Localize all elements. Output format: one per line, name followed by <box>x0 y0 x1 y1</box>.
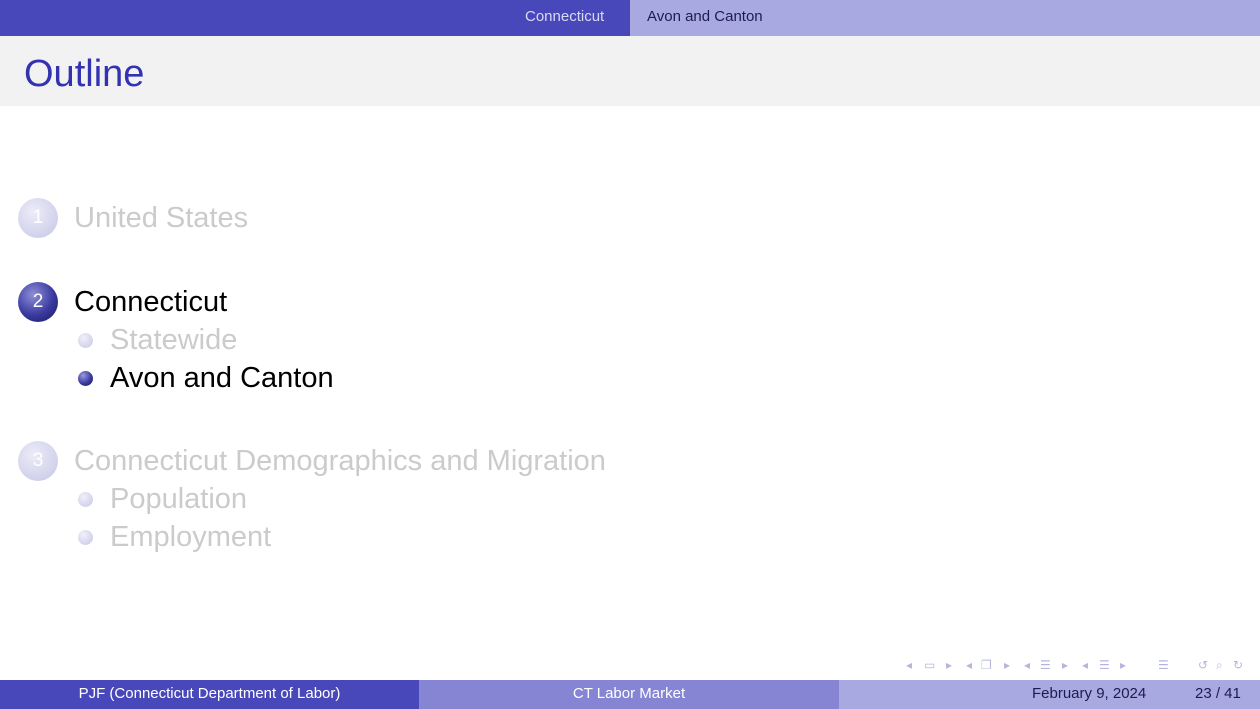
footer-bar: PJF (Connecticut Department of Labor) CT… <box>0 680 1260 709</box>
section-icon[interactable]: ☰ <box>1040 656 1051 674</box>
footer-page-number: 23 / 41 <box>1195 685 1241 702</box>
bullet-ball-icon <box>78 530 93 545</box>
section-number-ball: 1 <box>18 198 58 238</box>
toc-subsection-label: Avon and Canton <box>110 362 334 394</box>
toc-subsection-label: Population <box>110 483 248 515</box>
section-navigation-bar: Connecticut Avon and Canton <box>0 0 1260 36</box>
toc-section-label: Connecticut Demographics and Migration <box>74 445 606 477</box>
triangle-left-icon[interactable]: ◂ <box>1024 656 1030 674</box>
toc-section-label: United States <box>74 202 249 234</box>
footer-short-title: CT Labor Market <box>572 685 686 702</box>
redo-icon[interactable]: ↻ <box>1233 656 1243 674</box>
triangle-right-icon[interactable]: ▸ <box>1004 656 1010 674</box>
nav-subsection-avon-canton[interactable]: Avon and Canton <box>647 0 763 36</box>
toc-subsection-label: Statewide <box>110 324 238 356</box>
triangle-right-icon[interactable]: ▸ <box>946 656 952 674</box>
bullet-ball-icon <box>78 371 93 386</box>
triangle-right-icon[interactable]: ▸ <box>1062 656 1068 674</box>
frame-icon[interactable]: ▭ <box>924 656 935 674</box>
toc-subsection-label: Employment <box>110 521 272 553</box>
bullet-ball-icon <box>78 333 93 348</box>
page-title: Outline <box>24 53 145 95</box>
triangle-left-icon[interactable]: ◂ <box>906 656 912 674</box>
footer-date: February 9, 2024 <box>1032 685 1147 702</box>
footer-author: PJF (Connecticut Department of Labor) <box>78 685 341 702</box>
nav-section-connecticut[interactable]: Connecticut <box>525 0 604 36</box>
toc-section-label: Connecticut <box>74 286 228 318</box>
triangle-right-icon[interactable]: ▸ <box>1120 656 1126 674</box>
search-icon[interactable]: ⌕ <box>1216 656 1223 674</box>
section-number-ball: 2 <box>18 282 58 322</box>
section-icon[interactable]: ☰ <box>1099 656 1110 674</box>
triangle-left-icon[interactable]: ◂ <box>966 656 972 674</box>
undo-icon[interactable]: ↺ <box>1198 656 1208 674</box>
appendix-icon[interactable]: ☰ <box>1158 656 1169 674</box>
section-number-ball: 3 <box>18 441 58 481</box>
triangle-left-icon[interactable]: ◂ <box>1082 656 1088 674</box>
bullet-ball-icon <box>78 492 93 507</box>
subsection-icon[interactable]: ❐ <box>981 656 992 674</box>
frame-title-band <box>0 36 1260 106</box>
